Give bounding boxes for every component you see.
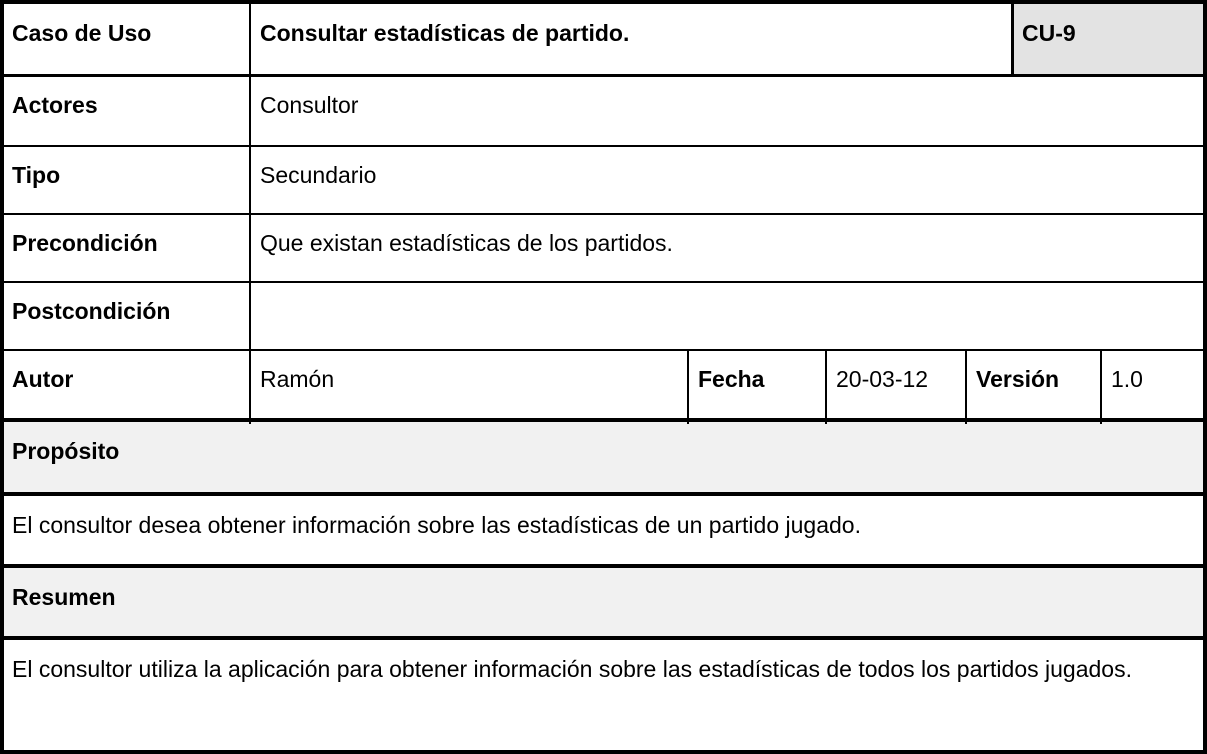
label-resumen: Resumen bbox=[4, 568, 1203, 636]
border-right bbox=[1203, 0, 1207, 754]
label-version: Versión bbox=[976, 366, 1060, 392]
actors-value: Consultor bbox=[260, 92, 359, 118]
row-divider bbox=[0, 636, 1207, 640]
row-divider bbox=[0, 145, 1207, 147]
summary-value: El consultor utiliza la aplicación para … bbox=[12, 656, 1132, 682]
type-value: Secundario bbox=[260, 162, 377, 188]
label-caso-de-uso: Caso de Uso bbox=[12, 20, 152, 46]
postcondition-value bbox=[252, 282, 1202, 350]
author-value: Ramón bbox=[260, 366, 335, 392]
version-value: 1.0 bbox=[1111, 366, 1143, 392]
row-divider bbox=[0, 281, 1207, 283]
row-divider bbox=[0, 564, 1207, 568]
row-divider bbox=[0, 418, 1207, 422]
row-divider bbox=[0, 213, 1207, 215]
col-divider bbox=[965, 350, 967, 424]
label-fecha: Fecha bbox=[698, 366, 765, 392]
precondition-value: Que existan estadísticas de los partidos… bbox=[260, 230, 673, 256]
purpose-value: El consultor desea obtener información s… bbox=[12, 512, 861, 538]
label-precondicion: Precondición bbox=[12, 230, 158, 256]
label-tipo: Tipo bbox=[12, 162, 61, 188]
col-divider bbox=[249, 0, 251, 424]
row-divider bbox=[0, 349, 1207, 351]
label-postcondicion: Postcondición bbox=[12, 298, 171, 324]
row-divider bbox=[0, 74, 1207, 77]
border-bottom bbox=[0, 750, 1207, 754]
row-divider bbox=[0, 492, 1207, 496]
date-value: 20-03-12 bbox=[836, 366, 929, 392]
use-case-title: Consultar estadísticas de partido. bbox=[260, 20, 630, 46]
col-divider bbox=[825, 350, 827, 424]
border-left bbox=[0, 0, 4, 754]
col-divider bbox=[687, 350, 689, 424]
use-case-id: CU-9 bbox=[1014, 4, 1203, 76]
label-proposito: Propósito bbox=[4, 422, 1203, 492]
label-autor: Autor bbox=[12, 366, 74, 392]
label-actores: Actores bbox=[12, 92, 98, 118]
border-top bbox=[0, 0, 1207, 4]
col-divider bbox=[1100, 350, 1102, 424]
col-divider bbox=[1011, 0, 1014, 76]
